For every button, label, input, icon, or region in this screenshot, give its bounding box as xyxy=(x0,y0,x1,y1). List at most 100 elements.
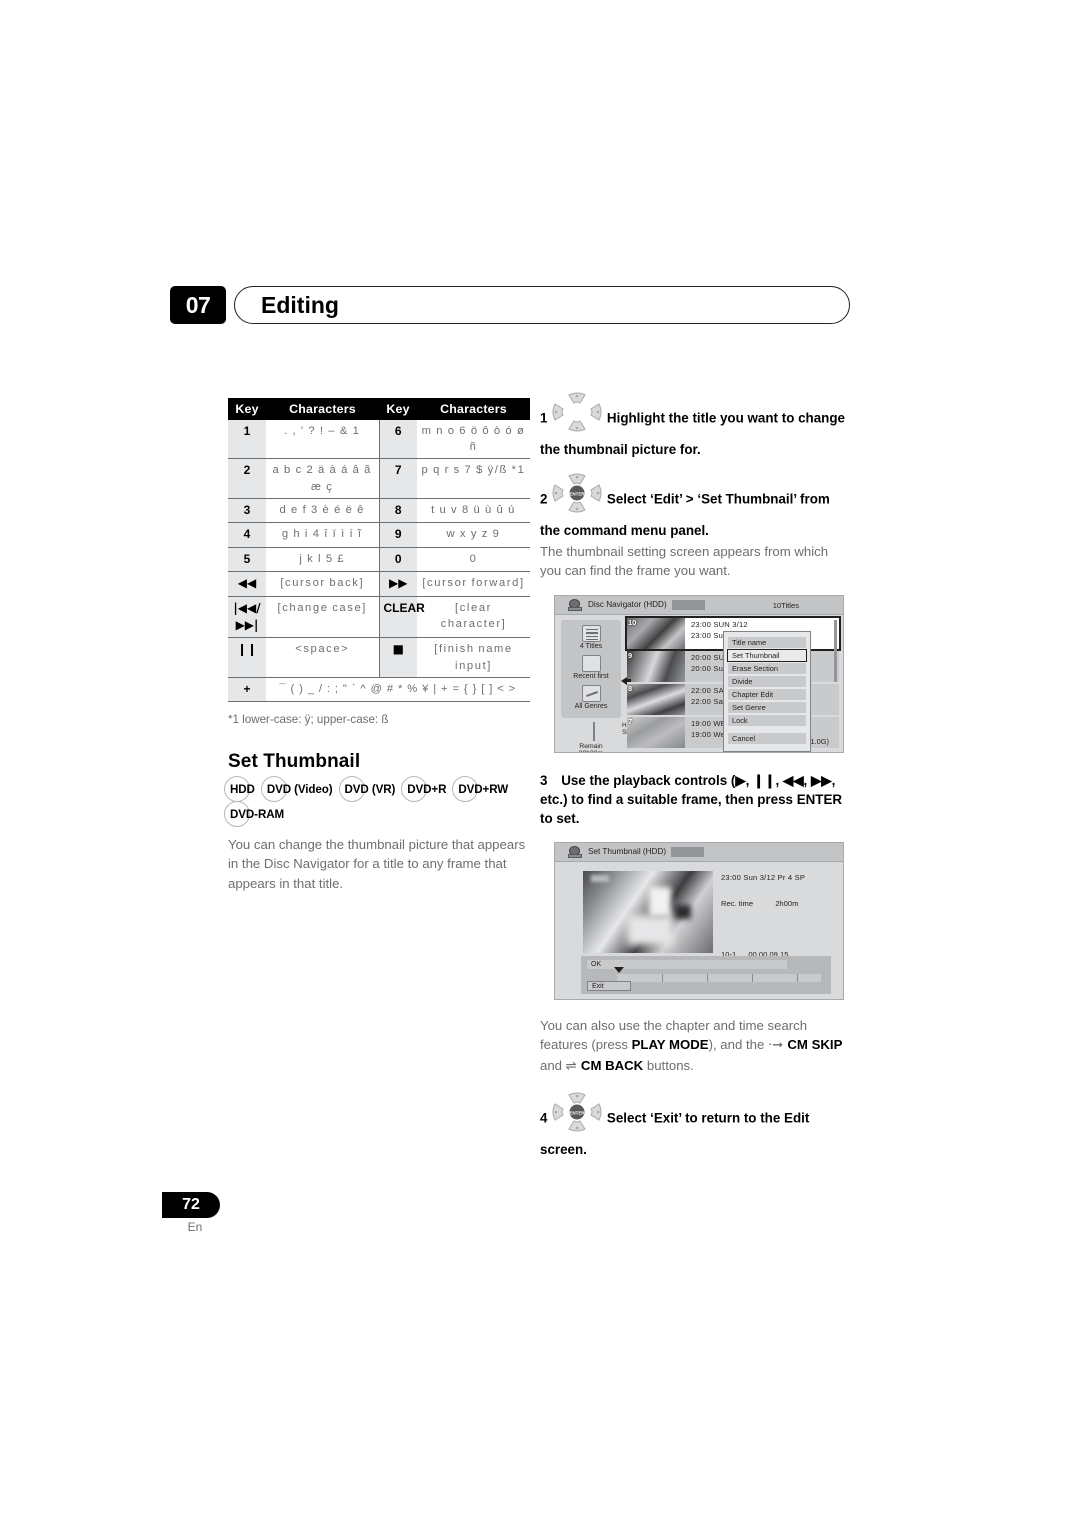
key-cell: 9 xyxy=(378,522,417,548)
badge-dvd-vr: DVD (VR) xyxy=(344,782,396,796)
key-cell: 7 xyxy=(378,458,417,499)
disc-navigator-body: 4 Titles Recent first All Genres HDD SP … xyxy=(555,615,843,752)
chars-cell: [cursor back] xyxy=(266,571,379,597)
transport-panel: OK Exit xyxy=(581,955,831,994)
page-footer: 72 En xyxy=(162,1192,220,1234)
badge-dvd-plus-rw: DVD+RW xyxy=(458,782,509,796)
cm-skip-key: CM SKIP xyxy=(787,1037,843,1053)
table-row: |◀◀/ ▶▶| [change case] CLEAR [clear char… xyxy=(228,596,530,639)
col-characters-2: Characters xyxy=(417,398,530,420)
disc-icon xyxy=(568,598,583,611)
chars-cell: j k l 5 £ xyxy=(266,547,379,573)
key-cell-rew: ◀◀ xyxy=(228,571,266,597)
sidebar-item-genre[interactable]: All Genres xyxy=(575,703,608,710)
col-characters-1: Characters xyxy=(266,398,379,420)
dpad-icon xyxy=(551,391,603,433)
step-4-number: 4 xyxy=(540,1110,548,1126)
step-1-number: 1 xyxy=(540,410,548,426)
chapter-number: 07 xyxy=(170,286,226,324)
right-column: 1 Highlight the title you want to change xyxy=(540,392,852,1163)
badge-dvd-video: DVD (Video) xyxy=(266,782,333,796)
sort-icon xyxy=(581,654,601,672)
table-footnote: *1 lower-case: ÿ; upper-case: ß xyxy=(228,713,389,727)
position-marker-icon[interactable] xyxy=(614,966,624,973)
badge-hdd: HDD xyxy=(230,782,255,796)
title-line-1: 23:00 SUN 3/12 xyxy=(691,619,748,629)
character-key-table: Key Characters Key Characters 1 . , ' ? … xyxy=(228,398,530,703)
menu-item-chapter-edit[interactable]: Chapter Edit xyxy=(728,688,806,700)
title-number: 8 xyxy=(628,683,633,693)
chars-cell: [cursor forward] xyxy=(417,571,530,597)
dpad-enter-icon: ENTER xyxy=(551,472,603,514)
exit-button[interactable]: Exit xyxy=(587,980,631,991)
disc-navigator-screenshot: Disc Navigator (HDD) 10Titles 4 Titles R… xyxy=(554,594,844,753)
info-line: 23:00 Sun 3/12 Pr 4 SP xyxy=(721,872,806,882)
chars-cell: d e f 3 è é ë ê xyxy=(266,498,379,524)
chars-cell: g h i 4 î ï ì í ĩ xyxy=(266,522,379,548)
table-row-symbols: + ¯ ( ) _ / : ; " ` ^ @ # * % ¥ | + = { … xyxy=(228,677,530,703)
set-thumbnail-title: Set Thumbnail (HDD) xyxy=(588,847,667,857)
badge-dvd-plus-r: DVD+R xyxy=(407,782,447,796)
key-cell-stop: ■ xyxy=(378,637,417,678)
table-row: 2 a b c 2 ä à á â ã æ ç 7 p q r s 7 $ ÿ/… xyxy=(228,458,530,499)
genre-icon xyxy=(581,684,601,702)
step-2-number: 2 xyxy=(540,491,548,507)
play-mode-key: PLAY MODE xyxy=(631,1037,709,1053)
table-row: 3 d e f 3 è é ë ê 8 t u v 8 ü ù û ú xyxy=(228,498,530,524)
chars-cell: t u v 8 ü ù û ú xyxy=(417,498,530,524)
chars-cell: <space> xyxy=(266,637,379,678)
cursor-pointer-icon xyxy=(621,676,631,685)
sidebar-item-titles[interactable]: 4 Titles xyxy=(580,643,602,650)
step-2: 2 ENTER Select ‘Edit’ > ‘Set Thumbnail’ … xyxy=(540,473,852,581)
title-thumbnail: 10 xyxy=(627,617,685,649)
preview-frame xyxy=(583,870,713,953)
key-cell: 4 xyxy=(228,522,266,548)
badge-dvd-ram: DVD-RAM xyxy=(230,807,285,821)
table-row: 1 . , ' ? ! – & 1 6 m n o 6 ö ô ò ó ø ñ xyxy=(228,420,530,460)
key-cell-ffwd: ▶▶ xyxy=(378,571,417,597)
step-3-text: Use the playback controls (▶, ❙❙, ◀◀, ▶▶… xyxy=(540,772,843,826)
menu-item-cancel[interactable]: Cancel xyxy=(728,732,806,744)
key-cell: 0 xyxy=(378,547,417,573)
table-row: 5 j k l 5 £ 0 0 xyxy=(228,547,530,573)
sidebar-item-sort[interactable]: Recent first xyxy=(573,673,608,680)
desc-part-4: buttons. xyxy=(643,1057,694,1073)
chapter-title: Editing xyxy=(261,291,339,318)
menu-item-title-name[interactable]: Title name xyxy=(728,636,806,648)
page-header: 07 Editing xyxy=(170,286,850,324)
menu-item-set-thumbnail[interactable]: Set Thumbnail xyxy=(727,648,807,662)
set-thumbnail-screenshot: Set Thumbnail (HDD) 23:00 Sun 3/12 Pr 4 … xyxy=(554,841,844,1000)
table-row: ❙❙ <space> ■ [finish name input] xyxy=(228,637,530,678)
section-intro-text: You can change the thumbnail picture tha… xyxy=(228,836,526,891)
step-3: 3 Use the playback controls (▶, ❙❙, ◀◀, … xyxy=(540,771,852,828)
title-number: 7 xyxy=(628,716,633,726)
menu-item-set-genre[interactable]: Set Genre xyxy=(728,701,806,713)
svg-text:ENTER: ENTER xyxy=(570,491,586,496)
chars-cell: p q r s 7 $ ÿ/ß *1 xyxy=(417,458,530,499)
col-key-1: Key xyxy=(228,398,266,420)
title-thumbnail: 8 xyxy=(627,683,685,715)
scrollbar[interactable] xyxy=(833,619,838,747)
format-badges-row-2: DVD-RAM xyxy=(228,808,530,821)
chapter-title-box: Editing xyxy=(234,286,850,324)
chars-cell: . , ' ? ! – & 1 xyxy=(266,420,379,460)
title-stub xyxy=(671,599,705,610)
menu-item-divide[interactable]: Divide xyxy=(728,675,806,687)
section-title: Set Thumbnail xyxy=(228,750,361,772)
menu-item-lock[interactable]: Lock xyxy=(728,714,806,726)
desc-part-2: ), and the xyxy=(708,1037,768,1053)
table-header-row: Key Characters Key Characters xyxy=(228,398,530,420)
key-cell-pause: ❙❙ xyxy=(228,637,266,678)
disc-icon xyxy=(568,845,583,858)
remain-label: Remain xyxy=(579,742,603,750)
hdd-icon: HDD SP xyxy=(593,721,636,741)
language-code: En xyxy=(187,1220,203,1234)
chars-cell: 0 xyxy=(417,547,530,573)
progress-bar[interactable] xyxy=(617,973,821,982)
menu-item-erase-section[interactable]: Erase Section xyxy=(728,662,806,674)
titles-count: 10Titles xyxy=(772,600,799,610)
cm-back-key: CM BACK xyxy=(580,1057,644,1073)
key-cell: 6 xyxy=(378,420,417,460)
svg-text:ENTER: ENTER xyxy=(570,1111,586,1116)
title-thumbnail: 9 xyxy=(627,650,685,682)
